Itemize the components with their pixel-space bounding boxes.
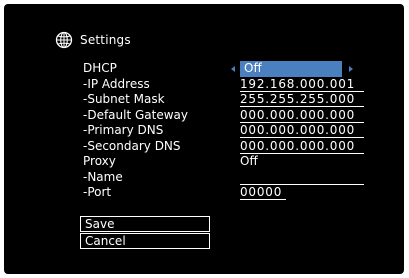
setting-row-primary-dns[interactable]: -Primary DNS 000.000.000.000 <box>4 123 404 139</box>
setting-row-subnet-mask[interactable]: -Subnet Mask 255.255.255.000 <box>4 92 404 108</box>
subnet-mask-field[interactable]: 255.255.255.000 <box>240 92 364 107</box>
setting-row-secondary-dns[interactable]: -Secondary DNS 000.000.000.000 <box>4 139 404 155</box>
dhcp-value[interactable]: Off <box>240 61 342 77</box>
header: Settings <box>54 30 131 50</box>
page-title: Settings <box>80 33 131 47</box>
default-gateway-field[interactable]: 000.000.000.000 <box>240 108 364 123</box>
setting-row-default-gateway[interactable]: -Default Gateway 000.000.000.000 <box>4 108 404 124</box>
setting-label: -Default Gateway <box>83 107 188 122</box>
setting-row-proxy[interactable]: Proxy Off <box>4 154 404 170</box>
setting-row-name[interactable]: -Name <box>4 170 404 186</box>
setting-row-dhcp[interactable]: DHCP Off <box>4 61 404 77</box>
proxy-name-field[interactable] <box>240 170 364 185</box>
setting-label: DHCP <box>83 61 117 75</box>
setting-label: -Name <box>83 169 123 184</box>
primary-dns-field[interactable]: 000.000.000.000 <box>240 123 364 138</box>
setting-row-port[interactable]: -Port 00000 <box>4 185 404 201</box>
arrow-right-icon[interactable] <box>349 66 353 72</box>
setting-label: -Primary DNS <box>83 123 164 137</box>
arrow-left-icon[interactable] <box>231 66 235 72</box>
cancel-button[interactable]: Cancel <box>80 233 210 249</box>
setting-label: Proxy <box>83 154 116 168</box>
secondary-dns-field[interactable]: 000.000.000.000 <box>240 139 364 154</box>
setting-label: -Subnet Mask <box>83 92 165 106</box>
setting-row-ip-address[interactable]: -IP Address 192.168.000.001 <box>4 77 404 93</box>
proxy-value[interactable]: Off <box>240 154 258 170</box>
setting-label: -Secondary DNS <box>83 138 181 153</box>
ip-address-field[interactable]: 192.168.000.001 <box>240 77 364 92</box>
save-button[interactable]: Save <box>80 216 210 232</box>
settings-list: DHCP Off -IP Address 192.168.000.001 -Su… <box>4 61 404 201</box>
proxy-port-field[interactable]: 00000 <box>240 185 286 200</box>
frame: Settings DHCP Off -IP Address 192.168.00… <box>0 0 409 278</box>
settings-screen: Settings DHCP Off -IP Address 192.168.00… <box>4 4 404 274</box>
setting-label: -Port <box>83 185 112 199</box>
setting-label: -IP Address <box>83 76 150 91</box>
globe-icon <box>55 31 73 49</box>
